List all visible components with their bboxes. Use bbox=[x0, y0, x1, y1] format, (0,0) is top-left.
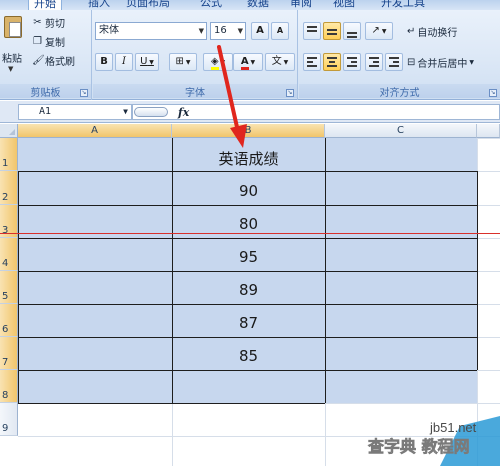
watermark-logo: jb51.net 查字典 教程网 jiaocheng.chazidian.com bbox=[365, 416, 500, 466]
watermark-sub: jiaocheng.chazidian.com bbox=[365, 458, 440, 465]
watermark-text: 查字典 教程网 bbox=[368, 437, 470, 456]
annotation-arrow-icon bbox=[217, 45, 247, 148]
watermark-site: jb51.net bbox=[429, 420, 477, 435]
